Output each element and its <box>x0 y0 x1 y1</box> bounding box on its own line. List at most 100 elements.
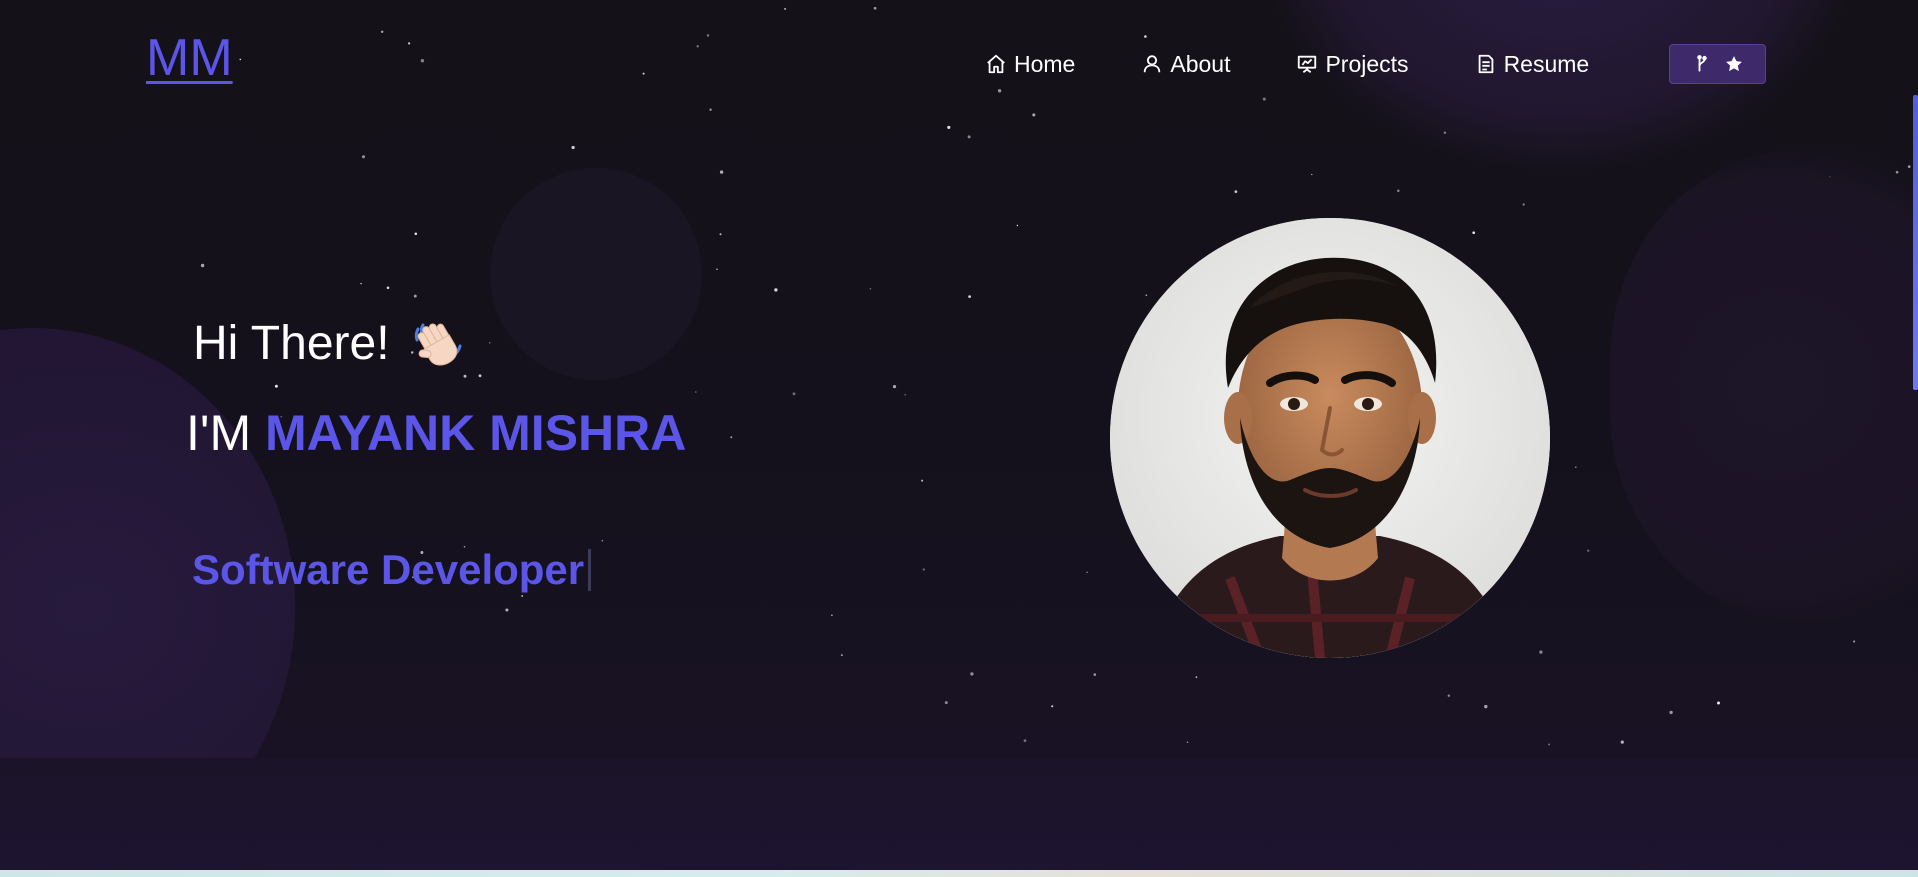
star-dot <box>420 59 425 63</box>
person-name: MAYANK MISHRA <box>265 405 687 461</box>
nav-item-label: Home <box>1014 50 1076 77</box>
star-dot <box>1093 673 1097 676</box>
star-dot <box>869 287 872 290</box>
nav-item-label: Projects <box>1325 50 1409 77</box>
role-text: Software Developer <box>192 546 585 593</box>
star-dot <box>521 595 524 597</box>
star-dot <box>386 286 390 290</box>
star-dot <box>1234 190 1238 194</box>
page: MM Home About Projects Resume Hi There! … <box>0 0 1918 877</box>
star-dot <box>922 568 925 571</box>
star-dot <box>719 233 722 236</box>
star-dot <box>1853 640 1856 643</box>
star-dot <box>1262 97 1266 101</box>
nav-item-label: About <box>1170 50 1231 77</box>
star-dot <box>774 288 778 292</box>
star-dot <box>792 392 796 396</box>
greeting-text: Hi There! <box>193 316 390 370</box>
star-dot <box>709 108 712 111</box>
star-dot <box>1548 743 1551 746</box>
star-dot <box>719 170 724 174</box>
hero-name-heading: I'M MAYANK MISHRA <box>186 404 686 462</box>
star-dot <box>1447 694 1450 697</box>
star-dot <box>967 135 971 139</box>
star-dot <box>841 654 843 656</box>
star-dot <box>200 263 205 268</box>
star-dot <box>1086 571 1088 573</box>
section-divider <box>0 758 1918 870</box>
star-dot <box>571 145 575 150</box>
star-dot <box>413 294 417 298</box>
star-dot <box>414 232 418 236</box>
star-dot <box>274 384 278 388</box>
star-dot <box>1484 704 1488 709</box>
star-dot <box>362 155 365 159</box>
star-dot <box>407 42 411 45</box>
star-dot <box>892 384 897 389</box>
star-dot <box>1051 705 1054 708</box>
decorative-blob <box>490 168 702 380</box>
star-dot <box>997 89 1002 93</box>
star-dot <box>873 6 877 10</box>
nav-item-about[interactable]: About <box>1141 51 1230 78</box>
nav-item-resume[interactable]: Resume <box>1475 50 1590 78</box>
github-star-fork-button[interactable] <box>1669 44 1766 84</box>
star-dot <box>970 672 974 676</box>
star-dot <box>706 34 710 37</box>
star-dot <box>1539 650 1543 654</box>
document-icon <box>1475 53 1497 75</box>
star-dot <box>488 342 491 344</box>
star-dot <box>947 125 951 129</box>
star-dot <box>730 436 733 439</box>
presentation-chart-icon <box>1296 53 1318 75</box>
nav-item-projects[interactable]: Projects <box>1296 50 1409 78</box>
star-dot <box>968 295 971 298</box>
star-dot <box>695 391 697 393</box>
next-section-edge <box>0 870 1918 877</box>
user-icon <box>1141 53 1163 75</box>
star-dot <box>1472 231 1476 235</box>
navbar: Home About Projects Resume <box>985 44 1589 84</box>
star-dot <box>1669 710 1673 715</box>
waving-hand-icon <box>410 315 466 371</box>
git-fork-icon <box>1692 54 1712 74</box>
star-dot <box>1016 224 1019 227</box>
star-dot <box>381 30 384 33</box>
star-dot <box>1195 676 1198 679</box>
star-dot <box>1144 35 1147 38</box>
hero-greeting: Hi There! <box>193 315 466 371</box>
star-dot <box>1397 189 1400 193</box>
intro-prefix: I'M <box>186 405 252 461</box>
nav-item-label: Resume <box>1503 50 1590 77</box>
star-dot <box>601 539 604 542</box>
star-dot <box>1023 739 1027 743</box>
star-dot <box>944 701 948 705</box>
star-dot <box>505 608 509 612</box>
star-dot <box>1575 466 1577 468</box>
typing-cursor <box>588 549 592 591</box>
star-dot <box>831 614 833 617</box>
star-dot <box>1620 740 1624 744</box>
star-dot <box>1311 173 1313 176</box>
star-dot <box>716 268 718 270</box>
nav-item-home[interactable]: Home <box>985 51 1075 78</box>
star-dot <box>904 393 907 396</box>
star-dot <box>1522 203 1525 206</box>
star-dot <box>642 72 645 75</box>
star-dot <box>921 479 924 482</box>
star-dot <box>696 45 699 48</box>
star-dot <box>478 374 482 378</box>
typewriter-role: Software Developer <box>192 546 592 594</box>
star-dot <box>784 7 787 10</box>
profile-avatar <box>1110 218 1550 658</box>
logo-link[interactable]: MM <box>146 32 233 84</box>
star-icon <box>1724 54 1744 74</box>
star-dot <box>1587 549 1590 552</box>
home-icon <box>985 53 1007 75</box>
star-dot <box>1145 294 1148 297</box>
star-dot <box>1032 113 1036 117</box>
star-dot <box>463 374 467 378</box>
scrollbar-thumb[interactable] <box>1913 95 1918 390</box>
star-dot <box>360 282 362 285</box>
star-dot <box>1717 701 1720 705</box>
